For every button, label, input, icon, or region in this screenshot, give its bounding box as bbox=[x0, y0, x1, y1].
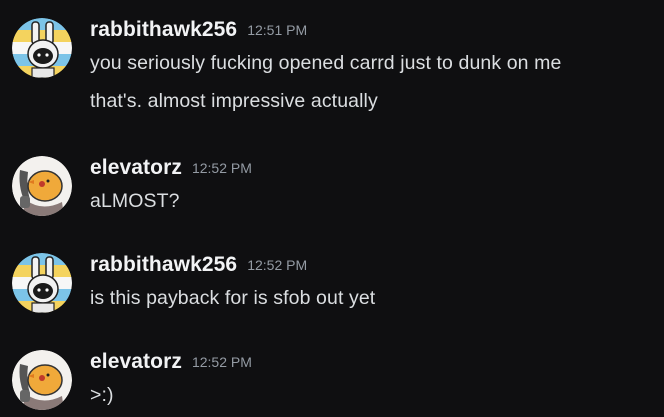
chick-avatar-icon bbox=[12, 350, 72, 410]
message-text: is this payback for is sfob out yet bbox=[90, 287, 376, 309]
message-text: >:) bbox=[90, 384, 114, 406]
message-text: that's. almost impressive actually bbox=[90, 90, 378, 112]
rabbit-avatar-icon bbox=[12, 253, 72, 313]
timestamp[interactable]: 12:52 PM bbox=[247, 257, 307, 273]
chat-message-list: rabbithawk256 12:51 PM you seriously fuck… bbox=[0, 0, 664, 417]
timestamp[interactable]: 12:51 PM bbox=[247, 22, 307, 38]
message-header: elevatorz 12:52 PM bbox=[90, 156, 252, 182]
avatar-elevatorz[interactable] bbox=[12, 156, 72, 216]
timestamp[interactable]: 12:52 PM bbox=[192, 160, 252, 176]
username[interactable]: rabbithawk256 bbox=[90, 253, 237, 276]
message-text: you seriously fucking opened carrd just … bbox=[90, 52, 562, 74]
message-header: rabbithawk256 12:51 PM bbox=[90, 18, 307, 44]
rabbit-avatar-icon bbox=[12, 18, 72, 78]
avatar-rabbithawk256[interactable] bbox=[12, 253, 72, 313]
avatar-rabbithawk256[interactable] bbox=[12, 18, 72, 78]
message-header: rabbithawk256 12:52 PM bbox=[90, 253, 307, 279]
chick-avatar-icon bbox=[12, 156, 72, 216]
message-text: aLMOST? bbox=[90, 190, 180, 212]
message-header: elevatorz 12:52 PM bbox=[90, 350, 252, 376]
username[interactable]: elevatorz bbox=[90, 350, 182, 373]
avatar-elevatorz[interactable] bbox=[12, 350, 72, 410]
username[interactable]: elevatorz bbox=[90, 156, 182, 179]
timestamp[interactable]: 12:52 PM bbox=[192, 354, 252, 370]
username[interactable]: rabbithawk256 bbox=[90, 18, 237, 41]
